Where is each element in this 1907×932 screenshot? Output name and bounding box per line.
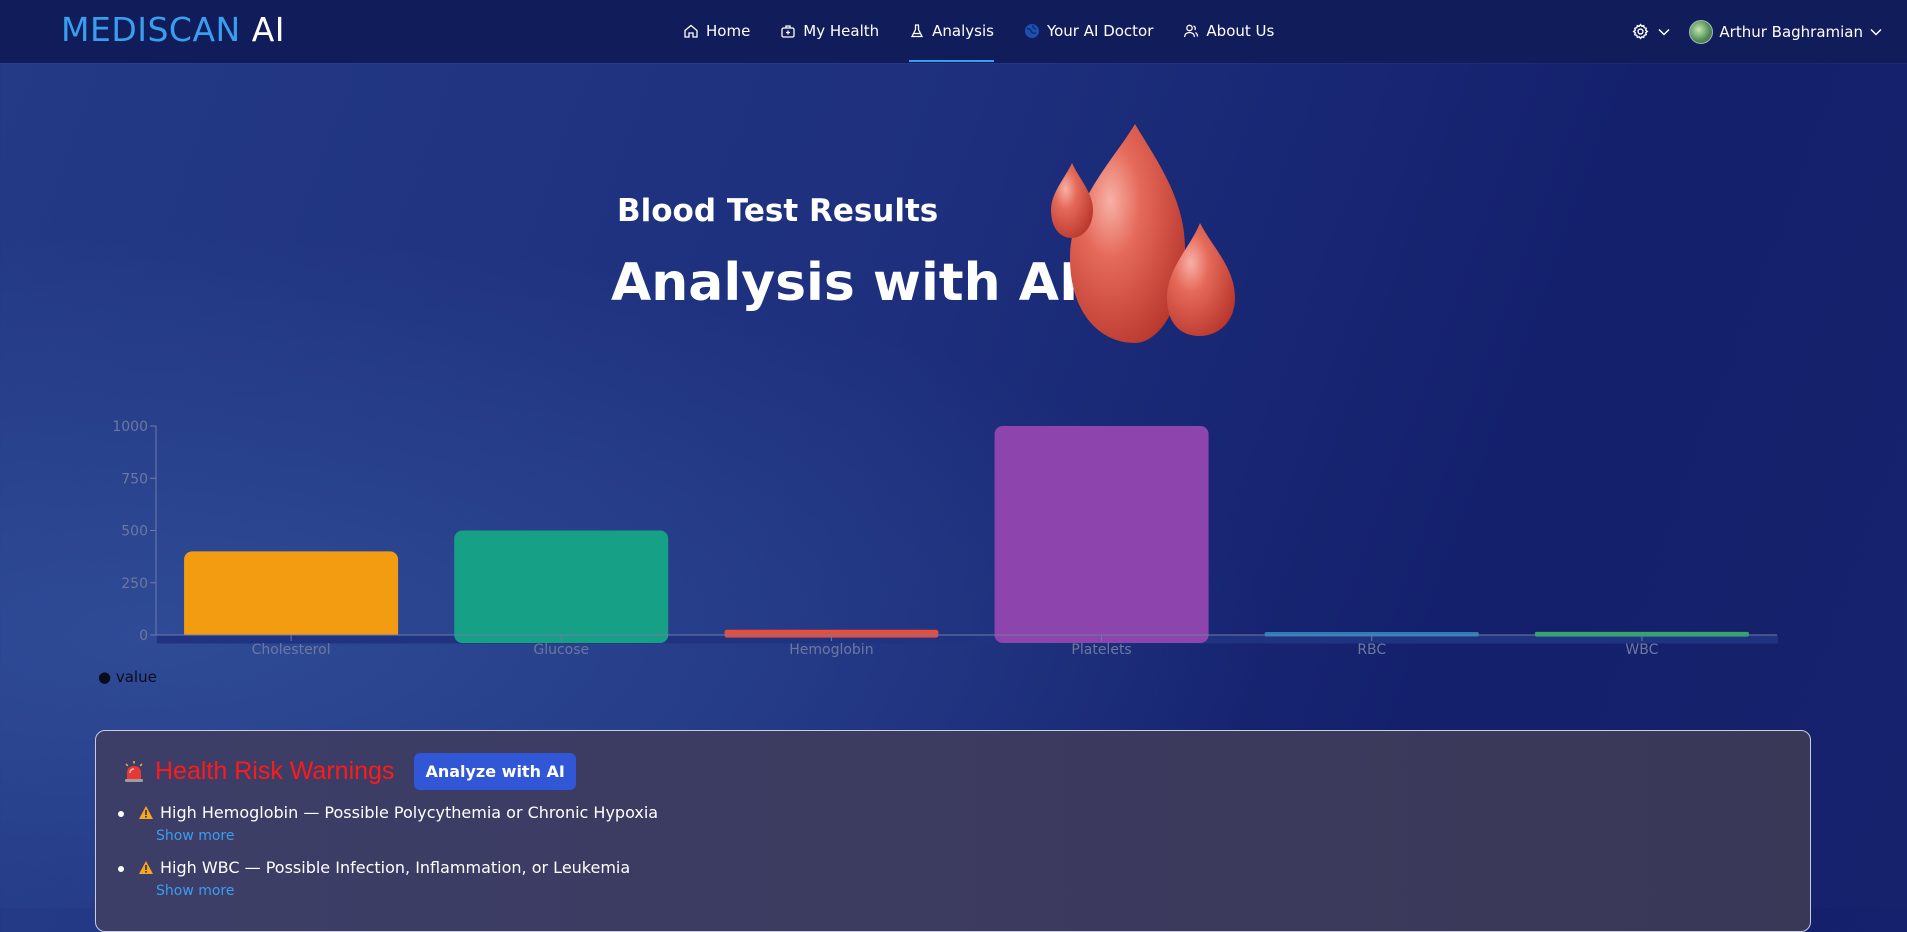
user-menu-chevron-icon[interactable]: [1869, 25, 1883, 39]
blood-test-bar-chart: 0 250 500 750 1000 Cholesterol Glucose Hemoglob…: [112, 419, 1778, 658]
siren-icon: [122, 760, 146, 784]
axis-baseline-cover: [157, 635, 1778, 644]
nav-label-analysis: Analysis: [932, 22, 994, 40]
nav-item-home[interactable]: Home: [683, 0, 750, 62]
gear-icon[interactable]: [1632, 23, 1649, 40]
chart-legend: ● value: [98, 668, 157, 686]
nav-item-about-us[interactable]: About Us: [1183, 0, 1274, 62]
warning-text: High WBC — Possible Infection, Inflammat…: [160, 858, 631, 877]
bar-cholesterol: [184, 551, 399, 643]
warnings-list: High Hemoglobin — Possible Polycythemia …: [116, 803, 658, 913]
nav-right: Arthur Baghramian: [1632, 0, 1883, 63]
brand-name: MEDISCAN: [61, 10, 241, 49]
x-tick-label: Platelets: [1071, 642, 1131, 658]
warning-icon: [138, 860, 154, 875]
nav-item-analysis[interactable]: Analysis: [909, 0, 994, 62]
y-tick-label: 750: [121, 471, 148, 487]
top-navbar: MEDISCAN AI Home My Health Analysis Your…: [0, 0, 1907, 63]
bar-platelets: [994, 426, 1209, 643]
blood-drops-illustration: [1045, 118, 1245, 352]
x-tick-label: Hemoglobin: [789, 642, 873, 658]
warnings-header: Health Risk Warnings Analyze with AI: [122, 753, 576, 790]
list-item: High WBC — Possible Infection, Inflammat…: [116, 858, 658, 899]
brand-logo[interactable]: MEDISCAN AI: [61, 10, 285, 49]
user-name[interactable]: Arthur Baghramian: [1719, 23, 1863, 41]
nav-item-ai-doctor[interactable]: Your AI Doctor: [1024, 0, 1153, 62]
show-more-link[interactable]: Show more: [156, 828, 658, 844]
warning-text: High Hemoglobin — Possible Polycythemia …: [160, 803, 659, 822]
nav-label-home: Home: [706, 22, 751, 40]
flask-icon: [909, 23, 925, 39]
y-tick-label: 250: [121, 576, 148, 592]
health-risk-warnings-panel: Health Risk Warnings Analyze with AI Hig…: [95, 730, 1811, 932]
nav-label-my-health: My Health: [803, 22, 880, 40]
avatar[interactable]: [1689, 19, 1714, 44]
show-more-link[interactable]: Show more: [156, 883, 658, 899]
medical-bag-icon: [780, 23, 796, 39]
hero-subtitle: Blood Test Results: [617, 193, 939, 229]
y-tick-label: 0: [139, 628, 148, 644]
home-icon: [683, 23, 699, 39]
y-tick-label: 500: [121, 524, 148, 540]
warnings-title: Health Risk Warnings: [155, 757, 395, 785]
x-tick-label: Glucose: [533, 642, 589, 658]
nav-label-ai-doctor: Your AI Doctor: [1046, 22, 1154, 40]
nav-label-about-us: About Us: [1206, 22, 1275, 40]
nav-item-my-health[interactable]: My Health: [780, 0, 879, 62]
y-tick-label: 1000: [112, 419, 148, 435]
users-icon: [1183, 23, 1199, 39]
x-tick-label: RBC: [1357, 642, 1386, 658]
x-tick-label: WBC: [1625, 642, 1658, 658]
x-tick-label: Cholesterol: [252, 642, 331, 658]
globe-icon: [1024, 23, 1040, 39]
warning-icon: [138, 805, 154, 820]
brand-suffix: AI: [251, 10, 286, 49]
analyze-with-ai-button[interactable]: Analyze with AI: [414, 753, 576, 790]
nav-links: Home My Health Analysis Your AI Doctor A…: [683, 0, 1304, 63]
legend-label: value: [115, 668, 157, 686]
bar-glucose: [454, 530, 669, 643]
chevron-down-icon[interactable]: [1657, 25, 1671, 39]
hero-title: Analysis with AI: [611, 253, 1079, 313]
list-item: High Hemoglobin — Possible Polycythemia …: [116, 803, 658, 844]
